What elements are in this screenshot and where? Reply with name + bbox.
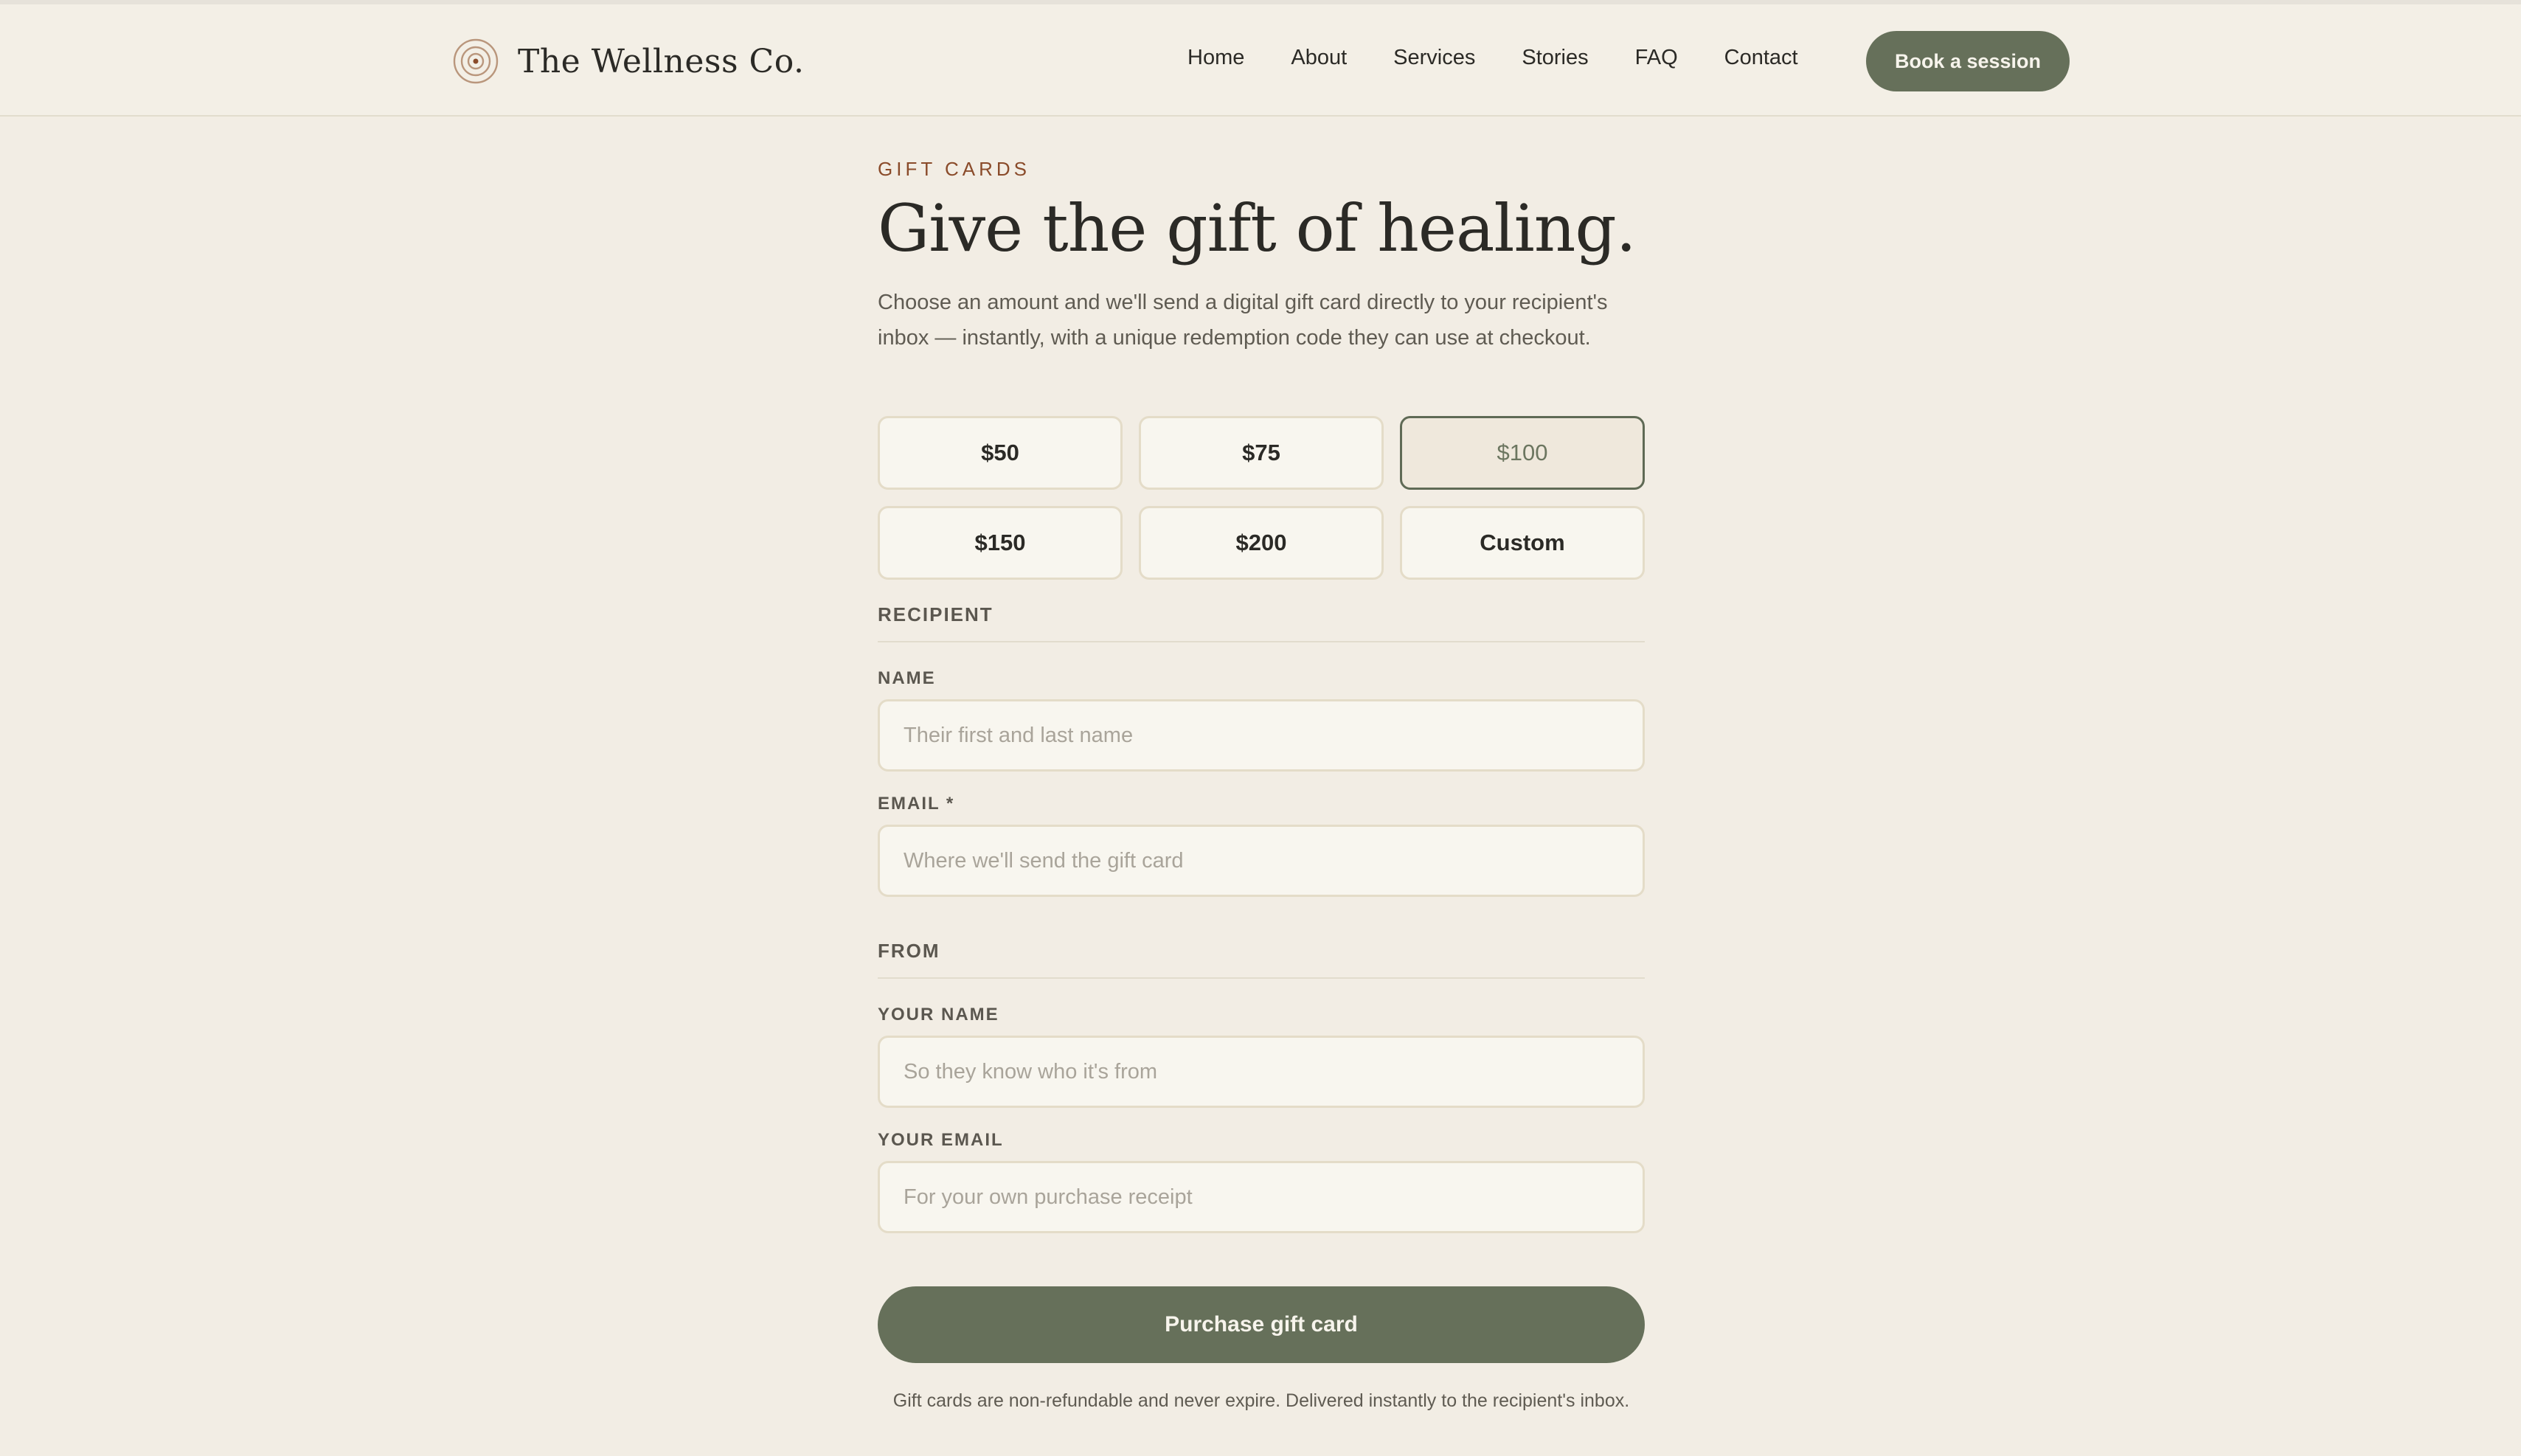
amount-option-custom[interactable]: Custom [1400, 506, 1645, 580]
nav-link-stories[interactable]: Stories [1522, 46, 1588, 70]
amount-option-100[interactable]: $100 [1400, 416, 1645, 490]
amount-option-75[interactable]: $75 [1139, 416, 1384, 490]
intro-text: Choose an amount and we'll send a digita… [878, 291, 1608, 350]
concentric-circles-logo-icon [453, 38, 499, 84]
sender-name-label: YOUR NAME [878, 1005, 999, 1025]
gift-card-terms: Gift cards are non-refundable and never … [892, 1390, 1630, 1411]
sender-email-input[interactable] [878, 1161, 1645, 1233]
amount-option-50[interactable]: $50 [878, 416, 1123, 490]
from-section-heading: FROM [878, 940, 1645, 979]
recipient-name-input[interactable] [878, 699, 1645, 772]
page-title: Give the gift of healing. [878, 190, 1637, 266]
sender-name-input[interactable] [878, 1036, 1645, 1108]
brand-name: The Wellness Co. [518, 42, 805, 80]
purchase-gift-card-button[interactable]: Purchase gift card [878, 1286, 1645, 1363]
recipient-section-heading: RECIPIENT [878, 603, 1645, 642]
recipient-name-label: NAME [878, 668, 936, 688]
book-session-button[interactable]: Book a session [1866, 31, 2070, 91]
nav-link-about[interactable]: About [1291, 46, 1347, 70]
eyebrow-label: GIFT CARDS [878, 158, 1030, 180]
brand-logo[interactable]: The Wellness Co. [453, 37, 804, 86]
amount-options: $50 $75 $100 $150 $200 Custom [878, 416, 1645, 580]
nav-link-home[interactable]: Home [1187, 46, 1244, 70]
recipient-email-label: EMAIL * [878, 794, 955, 814]
nav-link-contact[interactable]: Contact [1724, 46, 1798, 70]
sender-email-label: YOUR EMAIL [878, 1130, 1004, 1150]
amount-option-150[interactable]: $150 [878, 506, 1123, 580]
site-header: The Wellness Co. Home About Services Sto… [0, 4, 2521, 117]
nav-link-services[interactable]: Services [1393, 46, 1475, 70]
amount-option-200[interactable]: $200 [1139, 506, 1384, 580]
nav-link-faq[interactable]: FAQ [1635, 46, 1678, 70]
main-nav: Home About Services Stories FAQ Contact [1187, 46, 1798, 70]
recipient-email-input[interactable] [878, 825, 1645, 897]
